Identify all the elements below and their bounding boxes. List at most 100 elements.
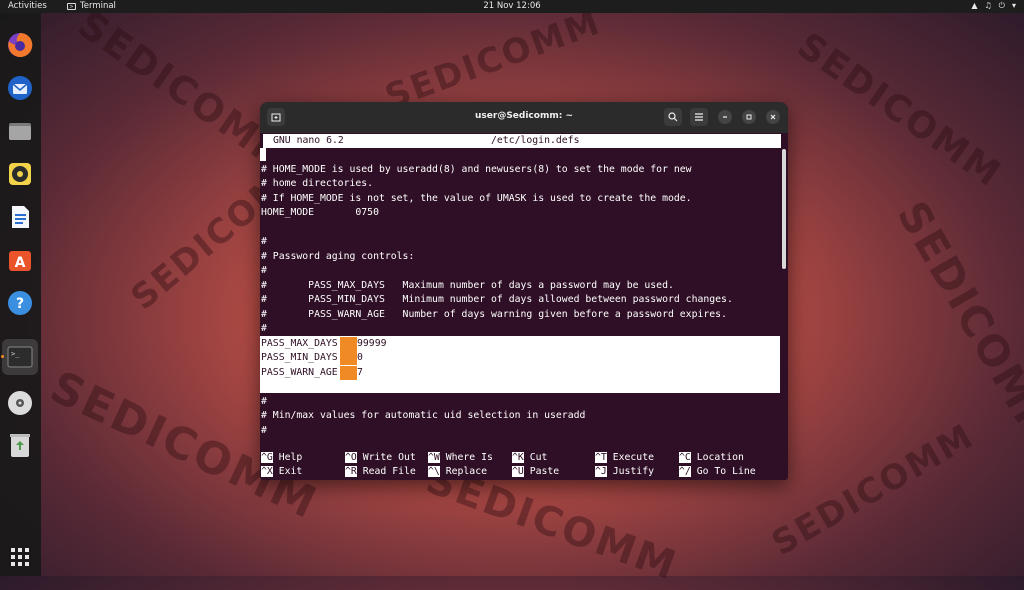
file-line[interactable]: # Min/max values for automatic uid selec… xyxy=(261,409,585,423)
shortcut-location[interactable]: ^C Location xyxy=(679,451,744,465)
clock-container: 21 Nov 12:06 xyxy=(0,1,1024,11)
nano-shortcut-bar: ^G Help ^O Write Out ^W Where Is ^K Cut … xyxy=(260,450,780,480)
setting-value: 0 xyxy=(357,352,363,363)
shortcut-write-out[interactable]: ^O Write Out xyxy=(345,451,416,465)
activities-button[interactable]: Activities xyxy=(8,1,47,11)
shortcut-replace[interactable]: ^\ Replace xyxy=(428,465,487,479)
setting-value: 7 xyxy=(357,367,363,378)
file-line[interactable]: # xyxy=(261,235,267,249)
wallpaper-watermark: SEDICOMM xyxy=(379,2,607,118)
volume-icon: ♫ xyxy=(984,1,992,10)
shortcut-justify[interactable]: ^J Justify xyxy=(595,465,654,479)
maximize-icon xyxy=(746,114,752,120)
svg-text:?: ? xyxy=(16,296,24,312)
shortcut-where-is[interactable]: ^W Where Is xyxy=(428,451,493,465)
terminal-icon: > xyxy=(67,2,76,10)
search-icon xyxy=(668,112,678,122)
dock-item-files[interactable] xyxy=(6,117,34,145)
firefox-icon xyxy=(8,32,33,57)
dock-item-firefox[interactable] xyxy=(6,31,34,59)
nano-version: GNU nano 6.2 xyxy=(273,135,344,146)
close-button[interactable] xyxy=(766,110,780,124)
network-icon: ▲ xyxy=(971,1,978,10)
help-icon: ? xyxy=(8,291,32,315)
file-line[interactable]: # xyxy=(261,424,267,438)
svg-text:>_: >_ xyxy=(11,350,20,358)
file-line[interactable]: # xyxy=(261,322,267,336)
nano-header: GNU nano 6.2 /etc/login.defs xyxy=(263,134,781,148)
menu-button[interactable] xyxy=(690,108,708,126)
scrollbar[interactable] xyxy=(782,149,786,471)
file-line[interactable]: # home directories. xyxy=(261,177,373,191)
shortcut-read-file[interactable]: ^R Read File xyxy=(345,465,416,479)
running-indicator xyxy=(1,355,4,358)
shortcut-exit[interactable]: ^X Exit xyxy=(261,465,302,479)
clock[interactable]: 21 Nov 12:06 xyxy=(483,1,540,11)
file-line[interactable]: # xyxy=(261,264,267,278)
file-line[interactable]: # PASS_MIN_DAYS Minimum number of days a… xyxy=(261,293,733,307)
chevron-down-icon: ▾ xyxy=(1011,1,1016,10)
show-apps-button[interactable] xyxy=(6,543,34,571)
file-line[interactable]: # PASS_WARN_AGE Number of days warning g… xyxy=(261,308,727,322)
file-line[interactable]: # xyxy=(261,395,267,409)
hamburger-icon xyxy=(695,113,703,121)
dock: A ? >_ xyxy=(0,13,41,576)
dock-item-writer[interactable] xyxy=(6,203,34,231)
scrollbar-thumb[interactable] xyxy=(782,149,786,269)
thunderbird-icon xyxy=(8,76,32,100)
file-line[interactable]: # HOME_MODE is used by useradd(8) and ne… xyxy=(261,163,692,177)
terminal-content[interactable]: GNU nano 6.2 /etc/login.defs # HOME_MODE… xyxy=(260,133,788,480)
disc-icon xyxy=(8,391,32,415)
window-title: user@Sedicomm: ~ xyxy=(475,111,573,121)
file-line[interactable]: # If HOME_MODE is not set, the value of … xyxy=(261,192,692,206)
setting-key: PASS_WARN_AGE xyxy=(261,367,338,378)
setting-key: PASS_MAX_DAYS xyxy=(261,338,338,349)
maximize-button[interactable] xyxy=(742,110,756,124)
file-line[interactable]: HOME_MODE 0750 xyxy=(261,206,379,220)
file-line[interactable]: # Password aging controls: xyxy=(261,250,414,264)
wallpaper-watermark: SEDICOMM xyxy=(765,416,981,564)
file-line[interactable]: # PASS_MAX_DAYS Maximum number of days a… xyxy=(261,279,674,293)
nano-filename: /etc/login.defs xyxy=(491,135,580,146)
setting-value: 99999 xyxy=(357,338,387,349)
tab-highlight xyxy=(340,337,357,351)
wallpaper-watermark: SEDICOMM xyxy=(789,25,1009,196)
dock-item-dvd[interactable] xyxy=(6,389,34,417)
writer-icon xyxy=(12,206,29,228)
close-icon xyxy=(770,114,776,120)
window-titlebar[interactable]: user@Sedicomm: ~ xyxy=(260,102,788,133)
text-cursor xyxy=(260,148,266,161)
shortcut-cut[interactable]: ^K Cut xyxy=(512,451,547,465)
shortcut-help[interactable]: ^G Help xyxy=(261,451,302,465)
dock-item-terminal[interactable]: >_ xyxy=(2,339,38,375)
system-tray[interactable]: ▲ ♫ ⏻ ▾ xyxy=(971,1,1016,11)
dock-item-rhythmbox[interactable] xyxy=(6,160,34,188)
power-icon: ⏻ xyxy=(998,1,1005,10)
app-menu[interactable]: > Terminal xyxy=(67,1,116,11)
search-button[interactable] xyxy=(664,108,682,126)
shortcut-go-to-line[interactable]: ^/ Go To Line xyxy=(679,465,756,479)
app-center-icon: A xyxy=(9,251,31,271)
wallpaper-watermark: SEDICOMM xyxy=(887,192,1024,457)
app-menu-label: Terminal xyxy=(80,1,116,11)
dock-item-trash[interactable] xyxy=(6,431,34,459)
tab-highlight xyxy=(340,366,357,380)
minimize-icon xyxy=(723,116,727,118)
app-grid-icon xyxy=(11,548,29,566)
tab-highlight xyxy=(340,351,357,365)
dock-item-thunderbird[interactable] xyxy=(6,74,34,102)
shortcut-paste[interactable]: ^U Paste xyxy=(512,465,559,479)
terminal-window: user@Sedicomm: ~ GNU nano 6.2 /etc/login… xyxy=(260,102,788,480)
setting-key: PASS_MIN_DAYS xyxy=(261,352,338,363)
dock-item-help[interactable]: ? xyxy=(6,289,34,317)
shortcut-execute[interactable]: ^T Execute xyxy=(595,451,654,465)
top-bar: Activities > Terminal 21 Nov 12:06 ▲ ♫ ⏻… xyxy=(0,0,1024,13)
rhythmbox-icon xyxy=(9,163,31,185)
minimize-button[interactable] xyxy=(718,110,732,124)
svg-text:A: A xyxy=(15,255,26,271)
terminal-icon: >_ xyxy=(7,346,33,368)
trash-icon xyxy=(10,434,30,457)
dock-item-app-center[interactable]: A xyxy=(6,246,34,274)
selected-block[interactable]: PASS_MAX_DAYS 99999 PASS_MIN_DAYS 0 PASS… xyxy=(260,336,780,393)
files-icon xyxy=(9,123,31,140)
